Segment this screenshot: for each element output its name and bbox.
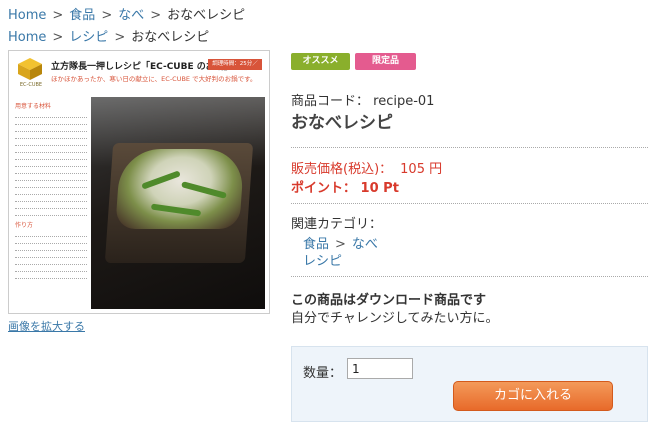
breadcrumb-separator: > bbox=[150, 8, 162, 23]
pot bbox=[104, 143, 254, 263]
divider bbox=[291, 276, 648, 277]
product-code-value: recipe-01 bbox=[373, 94, 435, 109]
breadcrumb-home-link[interactable]: Home bbox=[8, 30, 46, 45]
point-label: ポイント： bbox=[291, 181, 357, 196]
divider bbox=[291, 203, 648, 204]
recipe-card-title: 立方隊長一押しレシピ「EC-CUBE のお鍋」 bbox=[51, 62, 233, 72]
breadcrumb-recipe: Home > レシピ > おなべレシピ bbox=[8, 29, 209, 47]
breadcrumb-recipe-link[interactable]: レシピ bbox=[69, 30, 108, 45]
price-label: 販売価格(税込)： bbox=[291, 162, 393, 177]
product-image[interactable]: EC-CUBE 立方隊長一押しレシピ「EC-CUBE のお鍋」 調理時間：25分… bbox=[8, 50, 270, 314]
category-nabe-link[interactable]: なべ bbox=[352, 237, 378, 252]
logo-text: EC-CUBE bbox=[19, 82, 43, 88]
product-name: おなべレシピ bbox=[291, 113, 393, 133]
breadcrumb-separator: > bbox=[101, 8, 113, 23]
breadcrumb-food: Home > 食品 > なべ > おなべレシピ bbox=[8, 7, 245, 25]
breadcrumb-food-link[interactable]: 食品 bbox=[69, 8, 95, 23]
breadcrumb-nabe-link[interactable]: なべ bbox=[118, 8, 144, 23]
product-code-label: 商品コード： bbox=[291, 94, 370, 109]
hotpot-photo bbox=[91, 97, 265, 309]
price-row: 販売価格(税込)： 105 円 bbox=[291, 158, 442, 177]
category-label: 関連カテゴリ： bbox=[291, 217, 383, 232]
quantity-label: 数量： bbox=[303, 366, 343, 381]
recipe-card-header: EC-CUBE 立方隊長一押しレシピ「EC-CUBE のお鍋」 調理時間：25分… bbox=[13, 55, 265, 95]
steps-heading: 作り方 bbox=[15, 222, 34, 229]
category-recipe-link[interactable]: レシピ bbox=[303, 254, 342, 269]
breadcrumb-separator: > bbox=[52, 8, 64, 23]
breadcrumb-separator: > bbox=[52, 30, 64, 45]
point-value: 10 Pt bbox=[360, 181, 399, 196]
limited-badge: 限定品 bbox=[355, 53, 416, 70]
recipe-card-text-column: 用意する材料 作り方 bbox=[13, 97, 89, 309]
cube-logo-icon bbox=[18, 58, 42, 80]
add-to-cart-button[interactable]: カゴに入れる bbox=[453, 381, 613, 411]
quantity-input[interactable] bbox=[347, 358, 413, 379]
recipe-card-subtitle: ほかほかあったか、寒い日の献立に、EC-CUBE で大好判のお鍋です。 bbox=[51, 75, 257, 83]
product-description: 自分でチャレンジしてみたい方に。 bbox=[291, 311, 499, 326]
category-path: レシピ bbox=[303, 250, 342, 269]
breadcrumb-home-link[interactable]: Home bbox=[8, 8, 46, 23]
breadcrumb-current: おなべレシピ bbox=[131, 30, 210, 45]
zoom-image-link[interactable]: 画像を拡大する bbox=[8, 318, 85, 334]
divider bbox=[291, 147, 648, 148]
recommend-badge: オススメ bbox=[291, 53, 350, 70]
recipe-card-tag: 調理時間：25分／350kcal bbox=[208, 59, 262, 78]
recipe-card-image: EC-CUBE 立方隊長一押しレシピ「EC-CUBE のお鍋」 調理時間：25分… bbox=[13, 55, 265, 309]
download-notice: この商品はダウンロード商品です bbox=[291, 293, 487, 308]
cart-box: 数量： カゴに入れる bbox=[291, 346, 648, 422]
price-value: 105 円 bbox=[400, 162, 443, 177]
product-code: 商品コード： recipe-01 bbox=[291, 90, 434, 109]
breadcrumb-current: おなべレシピ bbox=[167, 8, 246, 23]
materials-heading: 用意する材料 bbox=[15, 103, 52, 110]
point-row: ポイント： 10 Pt bbox=[291, 177, 399, 196]
breadcrumb-separator: > bbox=[114, 30, 126, 45]
